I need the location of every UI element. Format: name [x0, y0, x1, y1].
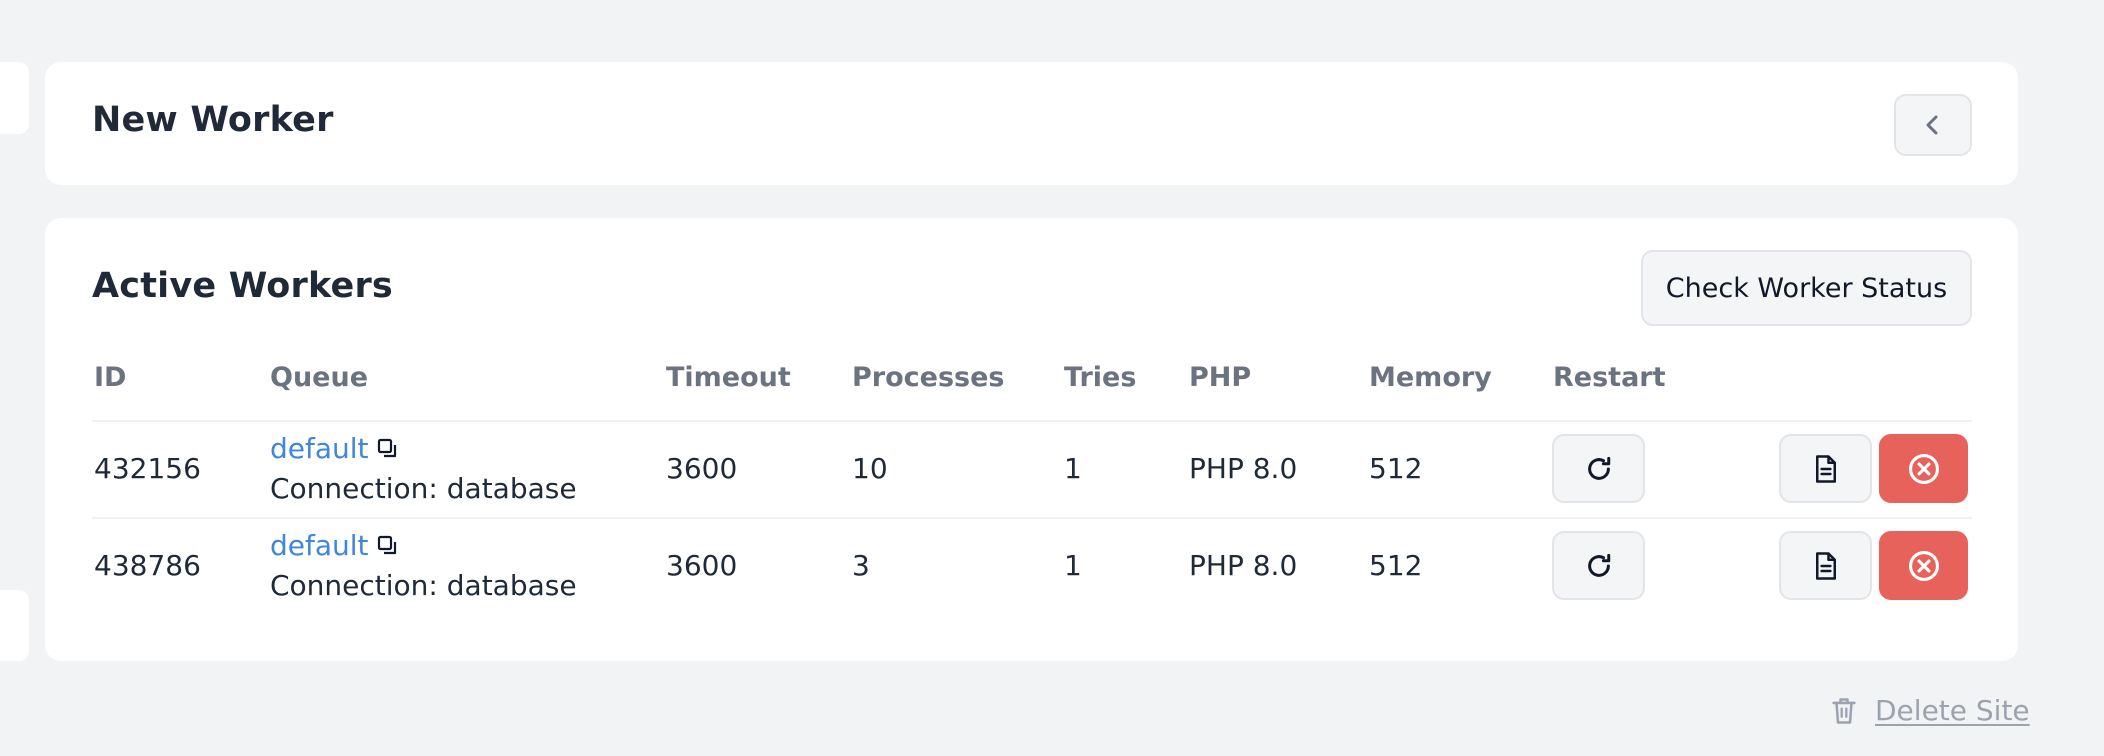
queue-link[interactable]: default	[270, 529, 369, 562]
tries-value: 1	[1064, 452, 1082, 485]
table-row: 438786 default Connection: database 3600…	[45, 519, 2018, 614]
delete-site-link[interactable]: Delete Site	[1831, 694, 2030, 727]
queue-cell: default	[270, 432, 399, 467]
close-circle-icon	[1908, 453, 1939, 484]
trash-icon	[1832, 697, 1856, 724]
queue-link[interactable]: default	[270, 432, 369, 465]
remove-worker-button[interactable]	[1879, 531, 1968, 600]
memory-value: 512	[1369, 452, 1423, 485]
worker-id: 432156	[94, 452, 201, 485]
left-edge-panel-bottom	[0, 590, 29, 661]
column-header-queue: Queue	[270, 362, 369, 393]
queue-cell: default	[270, 529, 399, 564]
tries-value: 1	[1064, 549, 1082, 582]
copy-icon[interactable]	[377, 531, 399, 564]
restart-worker-button[interactable]	[1552, 434, 1645, 503]
connection-text: Connection: database	[270, 569, 577, 602]
active-workers-card: Active Workers Check Worker Status ID Qu…	[45, 218, 2018, 661]
table-row: 432156 default Connection: database 3600…	[45, 422, 2018, 517]
processes-value: 10	[852, 452, 888, 485]
document-icon	[1815, 454, 1836, 483]
active-workers-title: Active Workers	[92, 266, 393, 306]
document-icon	[1815, 551, 1836, 580]
copy-icon[interactable]	[377, 434, 399, 467]
column-header-timeout: Timeout	[666, 362, 791, 393]
column-header-restart: Restart	[1553, 362, 1666, 393]
view-logs-button[interactable]	[1779, 434, 1872, 503]
chevron-left-icon	[1926, 115, 1938, 135]
processes-value: 3	[852, 549, 870, 582]
delete-site-label: Delete Site	[1875, 694, 2030, 727]
memory-value: 512	[1369, 549, 1423, 582]
left-edge-panel-top	[0, 62, 29, 134]
column-header-processes: Processes	[852, 362, 1005, 393]
column-header-memory: Memory	[1369, 362, 1492, 393]
check-worker-status-button[interactable]: Check Worker Status	[1641, 250, 1972, 326]
refresh-icon	[1587, 553, 1610, 577]
collapse-button[interactable]	[1894, 94, 1972, 156]
refresh-icon	[1587, 456, 1610, 480]
close-circle-icon	[1908, 550, 1939, 581]
column-header-id: ID	[94, 362, 127, 393]
column-header-php: PHP	[1189, 362, 1252, 393]
worker-id: 438786	[94, 549, 201, 582]
connection-text: Connection: database	[270, 472, 577, 505]
php-version: PHP 8.0	[1189, 452, 1298, 485]
view-logs-button[interactable]	[1779, 531, 1872, 600]
php-version: PHP 8.0	[1189, 549, 1298, 582]
timeout-value: 3600	[666, 549, 738, 582]
column-header-tries: Tries	[1064, 362, 1137, 393]
new-worker-title: New Worker	[92, 100, 334, 140]
timeout-value: 3600	[666, 452, 738, 485]
restart-worker-button[interactable]	[1552, 531, 1645, 600]
new-worker-card: New Worker	[45, 62, 2018, 185]
remove-worker-button[interactable]	[1879, 434, 1968, 503]
